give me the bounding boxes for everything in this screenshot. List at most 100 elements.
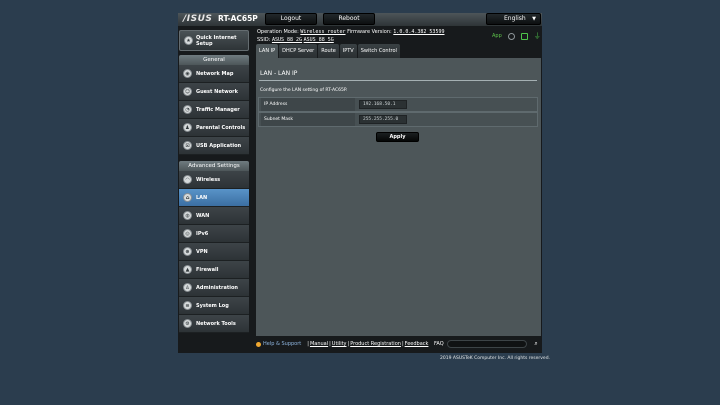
tab-route[interactable]: Route [318, 44, 339, 58]
ssid-label: SSID: [257, 37, 271, 43]
ip-address-row: IP Address 192.168.50.1 [258, 97, 538, 112]
sidebar-item-network-map[interactable]: ◉ Network Map [179, 65, 249, 83]
sidebar-item-usb-application[interactable]: ⊡ USB Application [179, 137, 249, 155]
network-tools-icon: ⚙ [183, 319, 192, 328]
sidebar-item-label: System Log [196, 302, 229, 309]
ip-address-input[interactable]: 192.168.50.1 [359, 100, 407, 109]
parental-controls-icon: ♟ [183, 123, 192, 132]
logout-button[interactable]: Logout [265, 13, 317, 25]
guest-network-icon: ☺ [183, 87, 192, 96]
footer-separator: | [401, 341, 404, 347]
general-menu: ◉ Network Map ☺ Guest Network ◔ Traffic … [179, 65, 249, 155]
wireless-icon: ◠ [183, 175, 192, 184]
network-status-icon[interactable] [520, 32, 528, 40]
qis-label: Quick Internet Setup [196, 35, 237, 47]
language-value: English [504, 15, 526, 22]
search-icon[interactable]: ⌕ [532, 340, 540, 348]
model-name: RT-AC65P [218, 14, 258, 23]
status-icons: App ⏚ [492, 31, 541, 41]
sidebar-item-lan[interactable]: ⌂ LAN [179, 189, 249, 207]
tab-bar: LAN IP DHCP Server Route IPTV Switch Con… [256, 44, 400, 58]
sidebar-item-parental-controls[interactable]: ♟ Parental Controls [179, 119, 249, 137]
sidebar-item-label: WAN [196, 212, 210, 219]
footer-separator: | [347, 341, 350, 347]
wan-icon: ◍ [183, 211, 192, 220]
sidebar-item-firewall[interactable]: ▲ Firewall [179, 261, 249, 279]
tab-dhcp-server[interactable]: DHCP Server [279, 44, 318, 58]
subnet-mask-label: Subnet Mask [261, 113, 355, 126]
sidebar-item-wireless[interactable]: ◠ Wireless [179, 171, 249, 189]
system-log-icon: ≡ [183, 301, 192, 310]
asus-logo: /ISUS [183, 14, 213, 24]
utility-link[interactable]: Utility [332, 341, 347, 347]
product-registration-link[interactable]: Product Registration [350, 341, 401, 347]
faq-label: FAQ [434, 341, 444, 347]
sidebar-item-label: Administration [196, 284, 238, 291]
sidebar-item-label: Wireless [196, 176, 221, 183]
firmware-link[interactable]: 1.0.0.4.382_53599 [393, 29, 444, 35]
tab-switch-control[interactable]: Switch Control [357, 44, 400, 58]
sidebar-item-administration[interactable]: ♙ Administration [179, 279, 249, 297]
sidebar-item-ipv6[interactable]: ◎ IPv6 [179, 225, 249, 243]
firewall-icon: ▲ [183, 265, 192, 274]
status-info: Operation Mode: Wireless router Firmware… [257, 28, 444, 44]
subnet-mask-input[interactable]: 255.255.255.0 [359, 115, 407, 124]
sidebar-item-label: LAN [196, 194, 208, 201]
sidebar-item-traffic-manager[interactable]: ◔ Traffic Manager [179, 101, 249, 119]
usb-icon[interactable]: ⏚ [534, 31, 541, 41]
footer-separator: | [329, 341, 331, 347]
feedback-link[interactable]: Feedback [405, 341, 429, 347]
language-select[interactable]: English ▼ [486, 13, 541, 25]
network-map-icon: ◉ [183, 69, 192, 78]
sidebar-item-label: USB Application [196, 142, 242, 149]
app-label[interactable]: App [492, 33, 502, 39]
help-icon [256, 341, 261, 347]
tab-lan-ip[interactable]: LAN IP [256, 44, 279, 58]
help-support-link[interactable]: Help & Support [263, 341, 301, 347]
sidebar-item-label: Network Map [196, 70, 234, 77]
ssid-5g[interactable]: ASUS_88_5G [304, 37, 334, 43]
sidebar-item-label: VPN [196, 248, 208, 255]
sidebar-item-network-tools[interactable]: ⚙ Network Tools [179, 315, 249, 333]
vpn-icon: ⊕ [183, 247, 192, 256]
sidebar-item-guest-network[interactable]: ☺ Guest Network [179, 83, 249, 101]
manual-link[interactable]: Manual [310, 341, 328, 347]
sidebar-item-label: Firewall [196, 266, 219, 273]
sidebar-item-system-log[interactable]: ≡ System Log [179, 297, 249, 315]
chevron-down-icon: ▼ [532, 16, 536, 22]
page-title: LAN - LAN IP [260, 70, 298, 77]
faq-search-input[interactable] [447, 340, 527, 348]
sidebar-item-wan[interactable]: ◍ WAN [179, 207, 249, 225]
sidebar-item-vpn[interactable]: ⊕ VPN [179, 243, 249, 261]
lan-icon: ⌂ [183, 193, 192, 202]
ssid-24g[interactable]: ASUS_88_2G [272, 37, 302, 43]
operation-mode-link[interactable]: Wireless router [300, 29, 345, 35]
operation-mode-label: Operation Mode: [257, 29, 299, 35]
qis-label-line2: Setup [196, 40, 213, 47]
title-divider [259, 80, 537, 81]
wizard-icon: ★ [184, 36, 193, 45]
subnet-mask-row: Subnet Mask 255.255.255.0 [258, 112, 538, 127]
tab-iptv[interactable]: IPTV [339, 44, 357, 58]
usb-application-icon: ⊡ [183, 141, 192, 150]
quick-internet-setup-button[interactable]: ★ Quick Internet Setup [179, 30, 249, 51]
ipv6-icon: ◎ [183, 229, 192, 238]
sidebar-item-label: Guest Network [196, 88, 238, 95]
sidebar-item-label: Network Tools [196, 320, 236, 327]
sidebar-item-label: Traffic Manager [196, 106, 240, 113]
sidebar-item-label: Parental Controls [196, 124, 246, 131]
reboot-button[interactable]: Reboot [323, 13, 375, 25]
copyright-text: 2019 ASUSTeK Computer Inc. All rights re… [440, 356, 550, 361]
advanced-menu: ◠ Wireless ⌂ LAN ◍ WAN ◎ IPv6 ⊕ VPN ▲ Fi… [179, 171, 249, 333]
general-header: General [179, 55, 249, 65]
page-description: Configure the LAN setting of RT-AC65P. [260, 88, 348, 93]
footer-separator: | [307, 341, 309, 347]
firmware-label: Firmware Version: [347, 29, 392, 35]
apply-button[interactable]: Apply [376, 132, 419, 142]
sidebar-item-label: IPv6 [196, 230, 209, 237]
traffic-manager-icon: ◔ [183, 105, 192, 114]
internet-status-icon[interactable] [507, 32, 515, 40]
ip-address-label: IP Address [261, 98, 355, 111]
advanced-settings-header: Advanced Settings [179, 161, 249, 171]
administration-icon: ♙ [183, 283, 192, 292]
